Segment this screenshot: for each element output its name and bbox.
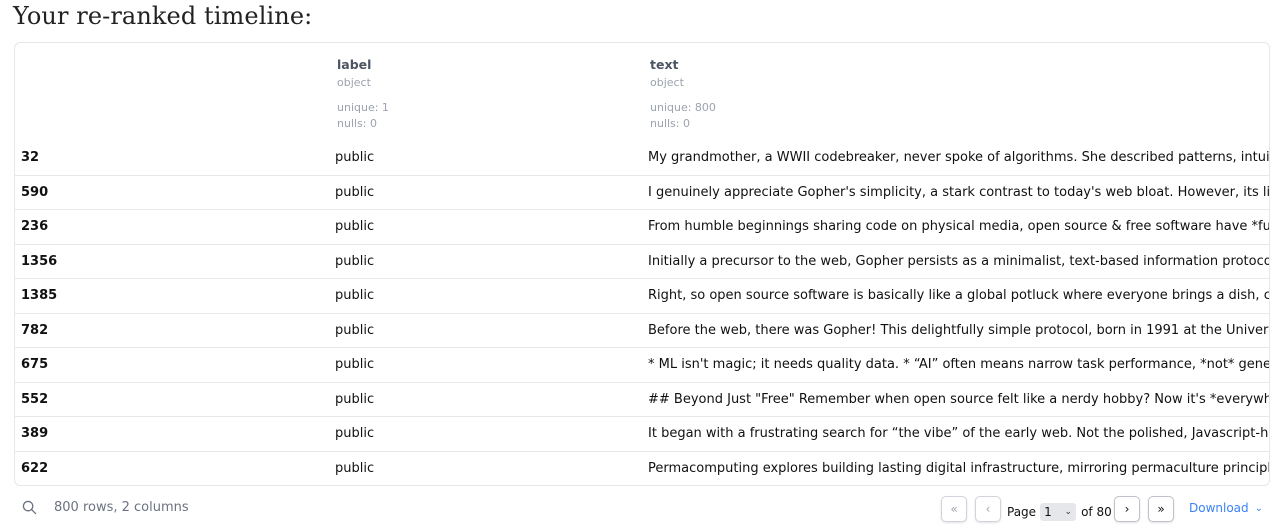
cell-text: From humble beginnings sharing code on p… bbox=[648, 219, 1270, 234]
cell-text: Before the web, there was Gopher! This d… bbox=[648, 322, 1270, 338]
cell-label: public bbox=[335, 322, 375, 338]
cell-label: public bbox=[335, 219, 375, 234]
page-title: Your re-ranked timeline: bbox=[13, 2, 313, 30]
row-index: 236 bbox=[21, 219, 49, 234]
table-row[interactable]: 236 public From humble beginnings sharing … bbox=[15, 210, 1269, 245]
last-page-button[interactable]: » bbox=[1148, 496, 1174, 522]
column-name: label bbox=[337, 57, 372, 72]
cell-label: public bbox=[335, 460, 375, 476]
page-total: of 80 bbox=[1081, 505, 1112, 519]
cell-text: Right, so open source software is basica… bbox=[648, 288, 1270, 303]
table-row[interactable]: 675 public * ML isn't magic; it needs qual… bbox=[15, 348, 1269, 383]
page-label: Page bbox=[1007, 505, 1037, 519]
page-select[interactable]: 1 ⌄ bbox=[1040, 503, 1077, 521]
cell-label: public bbox=[335, 150, 375, 165]
column-header-label[interactable]: label object unique: 1 nulls: 0 bbox=[337, 57, 389, 132]
page-indicator: Page 1 ⌄ of 80 bbox=[1007, 503, 1112, 521]
column-dtype: object bbox=[650, 76, 684, 89]
row-index: 622 bbox=[21, 460, 49, 476]
row-index: 675 bbox=[21, 357, 49, 372]
table-row[interactable]: 1385 public Right, so open source software… bbox=[15, 279, 1269, 314]
row-index: 1356 bbox=[21, 253, 58, 269]
first-page-button[interactable]: « bbox=[941, 496, 967, 522]
data-table: label object unique: 1 nulls: 0 text obj… bbox=[14, 42, 1270, 486]
chevron-right-icon: › bbox=[1124, 502, 1130, 516]
table-row[interactable]: 32 public My grandmother, a WWII codebreak… bbox=[15, 141, 1269, 176]
double-chevron-right-icon: » bbox=[1157, 502, 1165, 516]
cell-text: Permacomputing explores building lasting… bbox=[648, 460, 1270, 476]
chevron-left-icon: ‹ bbox=[985, 502, 991, 516]
chevron-down-icon: ⌄ bbox=[1064, 507, 1073, 517]
table-row[interactable]: 782 public Before the web, there was Gophe… bbox=[15, 314, 1270, 348]
download-label: Download bbox=[1189, 501, 1249, 515]
column-name: text bbox=[650, 57, 679, 72]
row-index: 782 bbox=[21, 322, 49, 338]
table-row[interactable]: 622 public Permacomputing explores buildin… bbox=[15, 452, 1270, 486]
column-unique: unique: 1 bbox=[337, 101, 389, 114]
row-count-text: 800 rows, 2 columns bbox=[54, 500, 189, 515]
cell-label: public bbox=[335, 253, 375, 269]
cell-text: I genuinely appreciate Gopher's simplici… bbox=[648, 184, 1270, 200]
row-index: 590 bbox=[21, 184, 49, 200]
row-index: 1385 bbox=[21, 288, 58, 303]
cell-label: public bbox=[335, 391, 375, 407]
cell-text: Initially a precursor to the web, Gopher… bbox=[648, 253, 1270, 269]
row-index: 389 bbox=[21, 426, 49, 441]
table-row[interactable]: 590 public I genuinely appreciate Gopher's… bbox=[15, 176, 1270, 210]
column-unique: unique: 800 bbox=[650, 101, 716, 114]
chevron-down-icon: ⌄ bbox=[1254, 502, 1264, 514]
table-body: 32 public My grandmother, a WWII codebreak… bbox=[15, 141, 1270, 486]
prev-page-button[interactable]: ‹ bbox=[975, 496, 1001, 522]
next-page-button[interactable]: › bbox=[1114, 496, 1140, 522]
cell-text: It began with a frustrating search for “… bbox=[648, 426, 1270, 441]
column-nulls: nulls: 0 bbox=[650, 117, 690, 130]
table-row[interactable]: 389 public It began with a frustrating sea… bbox=[15, 417, 1269, 452]
search-icon[interactable] bbox=[22, 500, 37, 515]
column-header-text[interactable]: text object unique: 800 nulls: 0 bbox=[650, 57, 716, 132]
row-index: 552 bbox=[21, 391, 49, 407]
column-nulls: nulls: 0 bbox=[337, 117, 377, 130]
cell-label: public bbox=[335, 357, 375, 372]
table-summary: 800 rows, 2 columns bbox=[22, 500, 189, 515]
cell-label: public bbox=[335, 426, 375, 441]
table-row[interactable]: 1356 public Initially a precursor to the w… bbox=[15, 245, 1270, 279]
cell-text: * ML isn't magic; it needs quality data.… bbox=[648, 357, 1270, 372]
download-button[interactable]: Download ⌄ bbox=[1189, 501, 1263, 515]
cell-text: My grandmother, a WWII codebreaker, neve… bbox=[648, 150, 1270, 165]
page-select-value: 1 bbox=[1044, 505, 1052, 519]
column-dtype: object bbox=[337, 76, 371, 89]
double-chevron-left-icon: « bbox=[950, 502, 958, 516]
table-row[interactable]: 552 public ## Beyond Just "Free" Remember … bbox=[15, 383, 1270, 417]
cell-label: public bbox=[335, 184, 375, 200]
cell-text: ## Beyond Just "Free" Remember when open… bbox=[648, 391, 1270, 407]
cell-label: public bbox=[335, 288, 375, 303]
row-index: 32 bbox=[21, 150, 40, 165]
